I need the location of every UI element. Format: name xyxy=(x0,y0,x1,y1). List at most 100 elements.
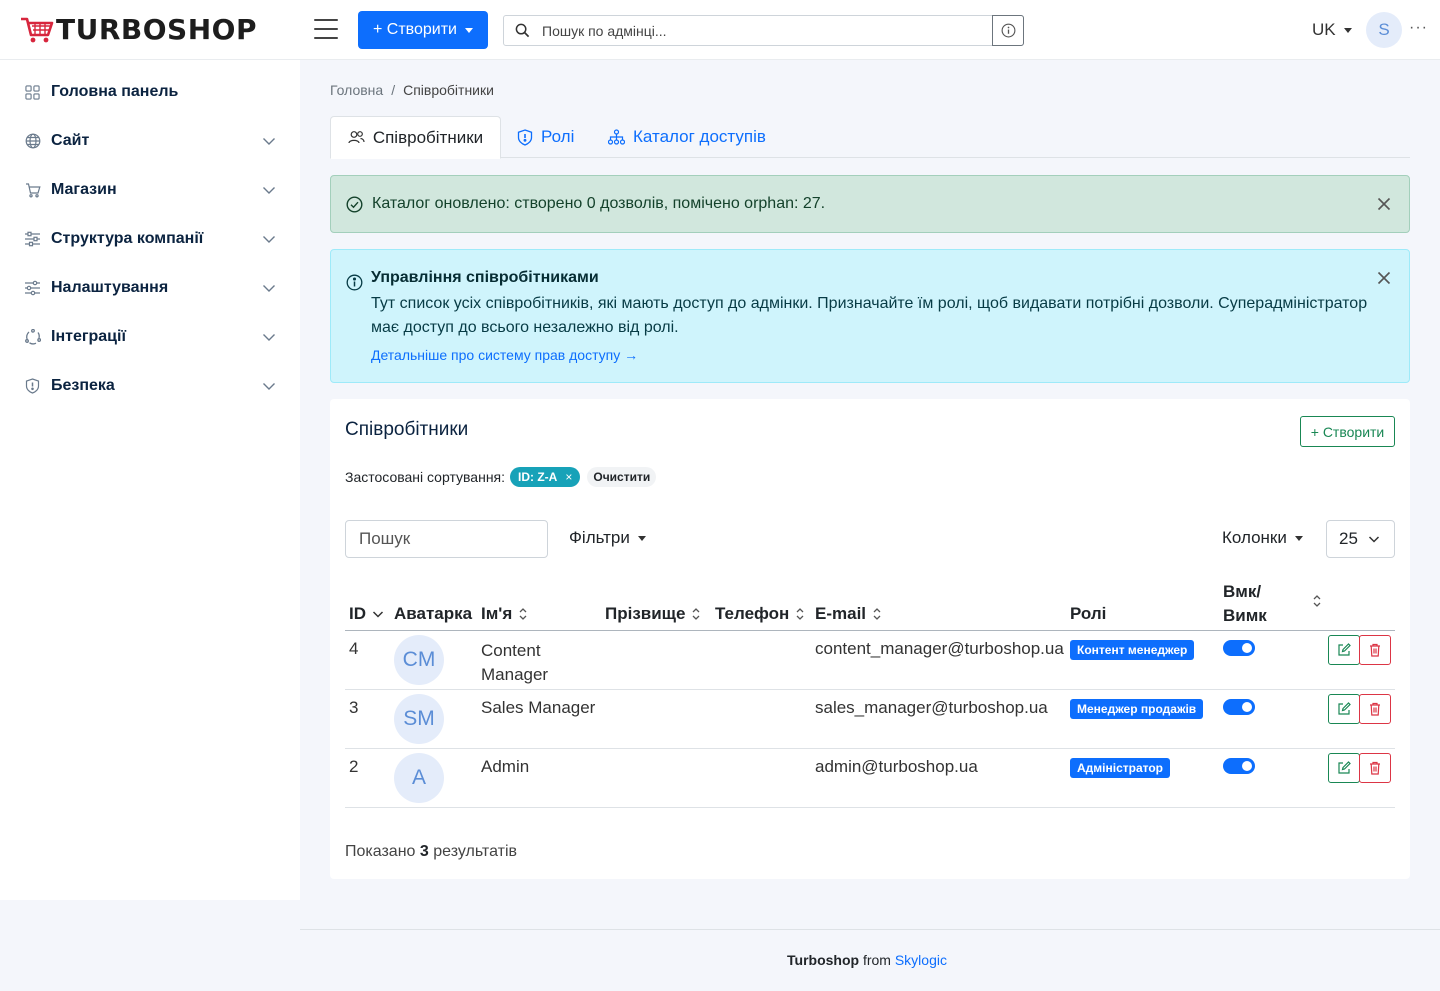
chevron-down-icon xyxy=(263,285,275,292)
success-alert: Каталог оновлено: створено 0 дозволів, п… xyxy=(330,175,1410,233)
cell-email: sales_manager@turboshop.ua xyxy=(815,698,1048,717)
sidebar: Головна панель Сайт Магазин Структура ко… xyxy=(0,60,300,900)
sidebar-item-company-structure[interactable]: Структура компанії xyxy=(24,227,276,251)
admin-search-input[interactable] xyxy=(540,22,992,39)
row-divider xyxy=(345,807,1395,808)
column-header-phone[interactable]: Телефон xyxy=(715,604,805,624)
footer-company-link[interactable]: Skylogic xyxy=(895,952,947,968)
per-page-select[interactable]: 25 xyxy=(1326,520,1395,558)
table-search-input[interactable] xyxy=(345,520,548,558)
active-toggle[interactable] xyxy=(1223,699,1255,715)
sliders-icon xyxy=(24,231,41,248)
edit-button[interactable] xyxy=(1328,753,1360,783)
caret-down-icon xyxy=(637,535,646,541)
logo[interactable]: TURBOSHOP xyxy=(20,14,257,46)
info-icon xyxy=(346,274,363,291)
cell-email: admin@turboshop.ua xyxy=(815,757,978,776)
language-label: UK xyxy=(1312,20,1336,39)
sidebar-item-settings[interactable]: Налаштування xyxy=(24,276,276,300)
active-toggle[interactable] xyxy=(1223,758,1255,774)
success-alert-text: Каталог оновлено: створено 0 дозволів, п… xyxy=(372,195,826,212)
sort-chip[interactable]: ID: Z-A × xyxy=(510,467,581,487)
tab-bar: Співробітники Ролі Каталог доступів xyxy=(330,116,1410,159)
clear-sorts-button[interactable]: Очистити xyxy=(587,467,657,487)
breadcrumb-current: Співробітники xyxy=(403,82,494,98)
close-icon[interactable] xyxy=(1377,197,1391,211)
tab-access-catalog[interactable]: Каталог доступів xyxy=(608,116,766,158)
breadcrumb: Головна / Співробітники xyxy=(330,82,494,98)
sidebar-item-label: Головна панель xyxy=(51,83,179,100)
more-options-icon[interactable]: ··· xyxy=(1409,19,1428,37)
sort-desc-icon xyxy=(372,609,384,619)
cell-email: content_manager@turboshop.ua xyxy=(815,639,1064,658)
column-header-first-name[interactable]: Ім'я xyxy=(481,604,528,624)
role-badge: Адміністратор xyxy=(1070,758,1171,778)
admin-search xyxy=(503,15,1024,46)
sidebar-item-integrations[interactable]: Інтеграції xyxy=(24,325,276,349)
top-bar: TURBOSHOP + Створити UK S ··· xyxy=(0,0,1440,60)
cell-first-name-line: Content xyxy=(481,641,541,660)
results-prefix: Показано xyxy=(345,843,416,860)
delete-button[interactable] xyxy=(1359,635,1391,665)
column-header-active[interactable]: Вмк/ Вимк xyxy=(1223,580,1267,628)
active-toggle[interactable] xyxy=(1223,640,1255,656)
employees-card: Співробітники + Створити Застосовані сор… xyxy=(330,399,1410,879)
delete-button[interactable] xyxy=(1359,694,1391,724)
caret-down-icon xyxy=(1294,535,1303,541)
chevron-down-icon xyxy=(1368,536,1380,543)
avatar: A xyxy=(394,753,444,803)
sidebar-item-label: Структура компанії xyxy=(51,230,204,247)
sidebar-item-site[interactable]: Сайт xyxy=(24,129,276,153)
shield-icon xyxy=(517,128,533,146)
tab-roles[interactable]: Ролі xyxy=(517,116,574,158)
tab-employees[interactable]: Співробітники xyxy=(330,116,501,159)
hamburger-icon xyxy=(314,19,338,21)
breadcrumb-home-link[interactable]: Головна xyxy=(330,82,383,98)
tab-label: Співробітники xyxy=(372,127,484,147)
cart-icon xyxy=(24,182,41,199)
table-header-divider xyxy=(345,630,1395,631)
language-selector[interactable]: UK xyxy=(1312,20,1352,40)
user-avatar[interactable]: S xyxy=(1366,12,1402,48)
info-alert: Управління співробітниками Тут список ус… xyxy=(330,249,1410,383)
results-suffix: результатів xyxy=(433,843,517,860)
sort-icon[interactable] xyxy=(1312,594,1322,608)
cell-id: 4 xyxy=(349,639,359,658)
sort-icon xyxy=(872,607,882,621)
hamburger-icon-bar xyxy=(314,28,338,30)
remove-sort-icon[interactable]: × xyxy=(565,470,572,484)
cell-id: 3 xyxy=(349,698,359,717)
column-header-email[interactable]: E-mail xyxy=(815,604,882,624)
sidebar-item-shop[interactable]: Магазин xyxy=(24,178,276,202)
chevron-down-icon xyxy=(263,334,275,341)
create-dropdown-button[interactable]: + Створити xyxy=(358,11,488,49)
edit-button[interactable] xyxy=(1328,694,1360,724)
search-help-button[interactable] xyxy=(992,15,1024,46)
column-header-last-name[interactable]: Прізвище xyxy=(605,604,701,624)
info-icon xyxy=(1001,23,1015,38)
sort-chip-label: ID: Z-A xyxy=(518,470,558,484)
card-title: Співробітники xyxy=(345,419,469,440)
menu-toggle-button[interactable] xyxy=(314,19,338,41)
integrations-icon xyxy=(24,329,41,346)
column-header-label: Вмк/ xyxy=(1223,582,1262,601)
check-circle-icon xyxy=(346,195,363,213)
filters-dropdown[interactable]: Фільтри xyxy=(569,528,646,548)
sidebar-item-security[interactable]: Безпека xyxy=(24,374,276,398)
create-employee-button[interactable]: + Створити xyxy=(1300,416,1395,447)
access-docs-link[interactable]: Детальніше про систему прав доступу → xyxy=(371,347,638,363)
sidebar-item-label: Налаштування xyxy=(51,279,169,296)
sidebar-item-dashboard[interactable]: Головна панель xyxy=(24,80,276,104)
delete-button[interactable] xyxy=(1359,753,1391,783)
sidebar-item-label: Магазин xyxy=(51,181,117,198)
edit-icon xyxy=(1338,761,1351,774)
cell-first-name: Sales Manager xyxy=(481,698,596,717)
columns-dropdown[interactable]: Колонки xyxy=(1222,528,1303,548)
sidebar-item-label: Сайт xyxy=(51,132,90,149)
trash-icon xyxy=(1370,702,1380,716)
column-header-id[interactable]: ID xyxy=(349,604,384,624)
edit-button[interactable] xyxy=(1328,635,1360,665)
column-header-label: Прізвище xyxy=(605,604,686,623)
close-icon[interactable] xyxy=(1377,271,1391,285)
chevron-down-icon xyxy=(263,138,275,145)
